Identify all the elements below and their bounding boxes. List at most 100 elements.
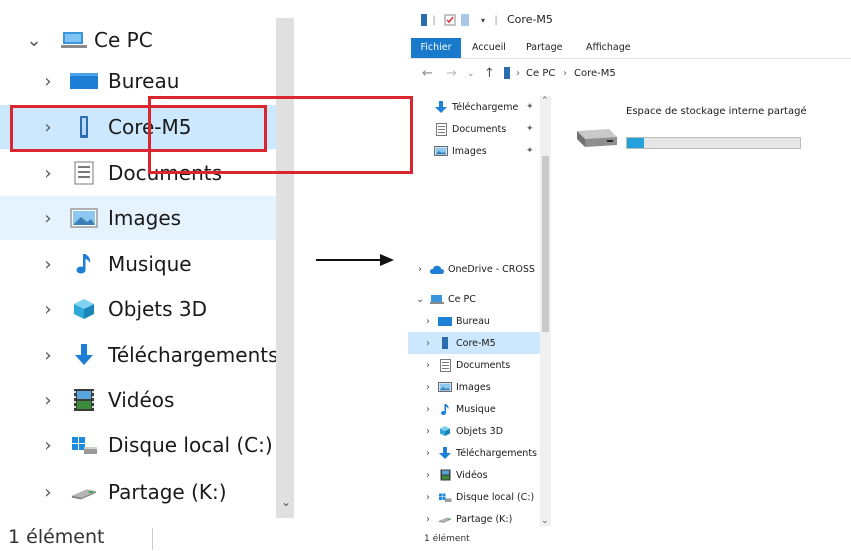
nav-item-label: OneDrive - CROSS [448,263,535,275]
chevron-right-icon[interactable]: › [40,390,56,411]
tab-fichier[interactable]: Fichier [411,38,461,58]
nav-item-bureau[interactable]: › Bureau [408,310,540,332]
pin-icon[interactable]: ✦ [526,102,534,112]
pin-icon[interactable]: ✦ [526,124,534,134]
title-bar: | ▾ | Core-M5 [408,0,851,38]
chevron-right-icon[interactable]: › [40,345,56,366]
local-disk-icon [70,431,98,459]
chevron-right-icon[interactable]: › [424,360,432,371]
nav-item-label: Documents [452,123,507,135]
cube-3d-icon [70,295,98,323]
chevron-right-icon[interactable]: › [40,71,56,92]
breadcrumb-separator-icon[interactable]: › [563,68,567,79]
status-item-count: 1 élément [424,534,470,544]
nav-item-label: Musique [456,403,496,415]
tree-item-images[interactable]: › Images [0,196,276,240]
chevron-right-icon[interactable]: › [40,254,56,275]
properties-icon[interactable] [444,13,456,27]
videos-icon [70,386,98,414]
tree-item-partage[interactable]: › Partage (K:) [0,470,276,514]
up-arrow-icon[interactable]: ↑ [484,66,495,81]
network-drive-icon [438,512,452,526]
nav-item-partage[interactable]: › Partage (K:) [408,508,540,530]
tree-item-telechargements[interactable]: › Téléchargements [0,333,276,377]
chevron-right-icon[interactable]: › [40,299,56,320]
chevron-right-icon[interactable]: › [424,514,432,525]
forward-arrow-icon[interactable]: → [446,66,457,81]
tree-item-label: Vidéos [108,388,175,412]
tree-item-videos[interactable]: › Vidéos [0,378,276,422]
computer-icon [430,292,444,306]
scrollbar[interactable] [276,18,294,518]
chevron-right-icon[interactable]: › [424,492,432,503]
tab-partage[interactable]: Partage [526,38,562,58]
ribbon-tabs: Fichier Accueil Partage Affichage [408,38,851,59]
nav-item-musique[interactable]: › Musique [408,398,540,420]
documents-icon [434,122,448,136]
chevron-right-icon[interactable]: › [40,208,56,229]
chevron-right-icon[interactable]: › [40,482,56,503]
chevron-down-icon[interactable]: ⌄ [416,294,424,305]
recent-locations-chevron-icon[interactable]: ⌄ [467,69,475,79]
breadcrumb-separator-icon[interactable]: › [516,68,520,79]
chevron-right-icon[interactable]: › [424,316,432,327]
quick-access-telechargements[interactable]: Téléchargeme ✦ [408,96,540,118]
new-folder-icon[interactable] [461,13,469,27]
nav-item-documents[interactable]: › Documents [408,354,540,376]
nav-item-label: Vidéos [456,469,488,481]
quick-access-documents[interactable]: Documents ✦ [408,118,540,140]
nav-item-label: Téléchargements [456,447,537,459]
chevron-right-icon[interactable]: › [40,163,56,184]
nav-item-objets-3d[interactable]: › Objets 3D [408,420,540,442]
download-icon [70,341,98,369]
scrollbar-thumb[interactable] [542,156,549,332]
nav-item-disque-local[interactable]: › Disque local (C:) [408,486,540,508]
breadcrumb-this-pc[interactable]: Ce PC [526,68,555,79]
chevron-right-icon[interactable]: › [416,264,424,275]
tree-item-this-pc[interactable]: ⌄ Ce PC [0,18,276,62]
tree-item-objets-3d[interactable]: › Objets 3D [0,287,276,331]
nav-item-onedrive[interactable]: › OneDrive - CROSS [408,258,540,280]
chevron-right-icon[interactable]: › [424,338,432,349]
scroll-down-icon[interactable]: ⌄ [541,516,549,526]
chevron-right-icon[interactable]: › [424,382,432,393]
nav-item-images[interactable]: › Images [408,376,540,398]
chevron-right-icon[interactable]: › [424,470,432,481]
navigation-pane: Téléchargeme ✦ Documents ✦ Images ✦ › On… [408,96,551,530]
breadcrumb-core-m5[interactable]: Core-M5 [574,68,616,79]
storage-drive-icon [577,129,617,147]
chevron-right-icon[interactable]: › [424,448,432,459]
nav-item-telechargements[interactable]: › Téléchargements [408,442,540,464]
nav-item-label: Images [456,381,491,393]
tree-item-label: Objets 3D [108,297,208,321]
tab-accueil[interactable]: Accueil [472,38,506,58]
status-item-count: 1 élément [8,526,105,548]
storage-tile[interactable]: Espace de stockage interne partagé [559,101,822,177]
tab-affichage[interactable]: Affichage [586,38,631,58]
music-icon [70,250,98,278]
back-arrow-icon[interactable]: ← [422,66,433,81]
customize-toolbar-icon[interactable]: ▾ [478,13,488,27]
nav-item-label: Images [452,145,487,157]
pictures-icon [70,204,98,232]
nav-item-label: Téléchargeme [452,101,519,113]
tree-item-musique[interactable]: › Musique [0,242,276,286]
onedrive-cloud-icon [430,262,444,276]
nav-item-core-m5[interactable]: › Core-M5 [408,332,540,354]
highlight-box-storage [148,96,413,174]
chevron-right-icon[interactable]: › [424,426,432,437]
scroll-up-icon[interactable]: ⌃ [541,96,549,106]
nav-item-label: Bureau [456,315,490,327]
quick-access-images[interactable]: Images ✦ [408,140,540,162]
phone-device-icon [438,336,452,350]
tree-item-disque-local[interactable]: › Disque local (C:) [0,423,276,467]
tree-item-label: Images [108,206,182,230]
chevron-right-icon[interactable]: › [424,404,432,415]
chevron-down-icon[interactable]: ⌄ [26,30,42,51]
nav-item-this-pc[interactable]: ⌄ Ce PC [408,288,540,310]
chevron-right-icon[interactable]: › [40,435,56,456]
scroll-down-icon[interactable]: ⌄ [281,495,291,509]
pin-icon[interactable]: ✦ [526,146,534,156]
nav-item-videos[interactable]: › Vidéos [408,464,540,486]
documents-icon [438,358,452,372]
